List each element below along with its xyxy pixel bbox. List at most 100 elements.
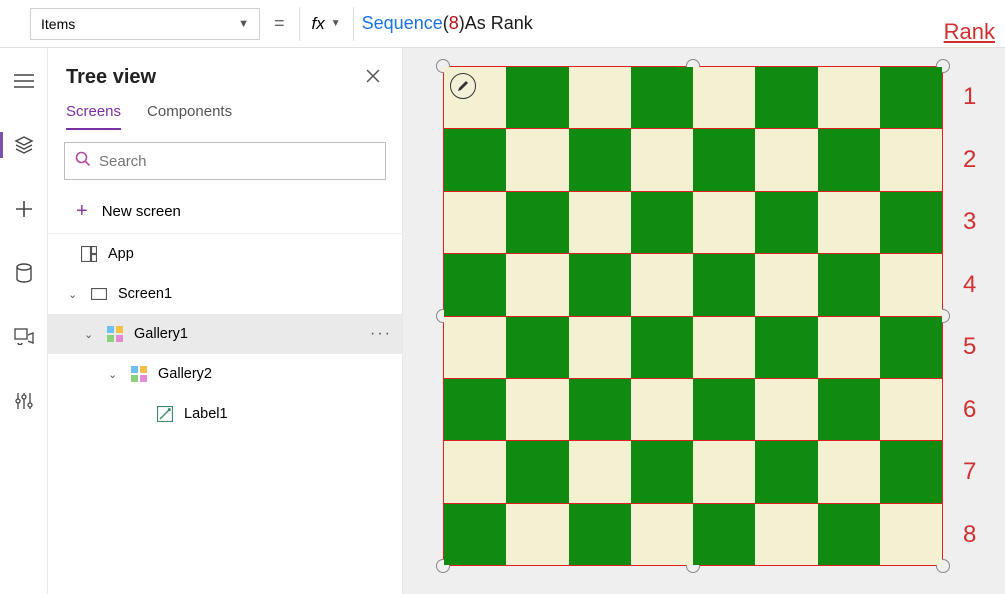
chess-square: [755, 67, 817, 128]
chevron-down-icon[interactable]: ⌄: [68, 288, 80, 301]
tools-button[interactable]: [0, 386, 48, 416]
chess-square: [693, 67, 755, 128]
close-button[interactable]: [366, 67, 380, 88]
chess-square: [693, 192, 755, 253]
chess-square: [444, 317, 506, 378]
chess-rank-row: [444, 128, 942, 190]
chess-square: [569, 129, 631, 190]
chess-square: [569, 254, 631, 315]
chess-square: [880, 504, 942, 565]
tree-node-screen1[interactable]: ⌄ Screen1: [48, 274, 402, 314]
layers-icon: [14, 136, 34, 154]
insert-button[interactable]: [0, 194, 48, 224]
chess-square: [818, 129, 880, 190]
chess-rank-row: [444, 378, 942, 440]
chess-square: [631, 192, 693, 253]
chess-square: [818, 192, 880, 253]
rank-number-label: 8: [963, 521, 976, 549]
more-button[interactable]: ···: [370, 325, 392, 343]
chevron-down-icon: ▼: [331, 18, 341, 29]
fx-button[interactable]: fx ▼: [308, 14, 345, 34]
data-button[interactable]: [0, 258, 48, 288]
chess-square: [506, 504, 568, 565]
formula-token-arg: 8: [449, 13, 459, 34]
search-input[interactable]: [99, 153, 375, 170]
close-icon: [366, 69, 380, 83]
rank-number-label: 6: [963, 396, 976, 424]
tree-node-gallery1[interactable]: ⌄ Gallery1 ···: [48, 314, 402, 354]
chess-rank-row: [444, 440, 942, 502]
chess-square: [818, 254, 880, 315]
chess-square: [693, 379, 755, 440]
gallery1-control[interactable]: [443, 66, 943, 566]
chess-square: [818, 441, 880, 502]
rank-link[interactable]: Rank: [944, 19, 995, 47]
chess-square: [444, 441, 506, 502]
chess-square: [755, 254, 817, 315]
chess-rank-row: [444, 253, 942, 315]
chess-square: [880, 129, 942, 190]
chess-square: [693, 254, 755, 315]
tree-node-label1[interactable]: Label1: [48, 394, 402, 434]
chess-square: [880, 254, 942, 315]
tree-title: Tree view: [66, 66, 156, 89]
media-button[interactable]: [0, 322, 48, 352]
chess-square: [631, 504, 693, 565]
tree-node-label: Gallery2: [158, 366, 212, 382]
formula-token-fn: Sequence: [362, 13, 443, 34]
chess-square: [444, 504, 506, 565]
chess-square: [569, 504, 631, 565]
chess-square: [444, 379, 506, 440]
chess-square: [444, 254, 506, 315]
hamburger-button[interactable]: [0, 66, 48, 96]
canvas[interactable]: 12345678: [403, 48, 1005, 594]
label-icon: [156, 405, 174, 423]
formula-token-rest: As Rank: [465, 13, 533, 34]
search-box[interactable]: [64, 142, 386, 180]
chess-square: [755, 129, 817, 190]
chess-rank-row: [444, 191, 942, 253]
chevron-down-icon[interactable]: ⌄: [108, 368, 120, 381]
database-icon: [15, 263, 33, 283]
chess-rank-row: [444, 316, 942, 378]
chess-square: [569, 67, 631, 128]
gallery-icon: [130, 365, 148, 383]
chess-square: [880, 317, 942, 378]
chess-square: [880, 192, 942, 253]
tools-icon: [15, 391, 33, 411]
tree-node-label: Screen1: [118, 286, 172, 302]
search-icon: [75, 151, 91, 172]
chess-square: [818, 317, 880, 378]
chess-square: [755, 379, 817, 440]
property-selector[interactable]: Items ▼: [30, 8, 260, 40]
chess-square: [506, 192, 568, 253]
edit-template-button[interactable]: [450, 73, 476, 99]
tree-node-app[interactable]: App: [48, 234, 402, 274]
tree-list: App ⌄ Screen1 ⌄ Gallery1 ···: [48, 234, 402, 594]
chess-square: [506, 441, 568, 502]
tree-view-button[interactable]: [0, 130, 48, 160]
chess-square: [818, 504, 880, 565]
chess-square: [569, 192, 631, 253]
chess-square: [880, 441, 942, 502]
equals-sign: =: [268, 13, 291, 34]
tab-screens[interactable]: Screens: [66, 103, 121, 130]
screen-icon: [90, 285, 108, 303]
hamburger-icon: [14, 74, 34, 88]
new-screen-button[interactable]: + New screen: [48, 190, 402, 234]
rank-number-label: 5: [963, 333, 976, 361]
divider: [299, 7, 300, 41]
chess-square: [880, 67, 942, 128]
chessboard: [444, 67, 942, 565]
chess-square: [755, 504, 817, 565]
left-rail: [0, 48, 48, 594]
formula-bar: Items ▼ = fx ▼ Sequence ( 8 ) As Rank Ra…: [0, 0, 1005, 48]
tree-node-gallery2[interactable]: ⌄ Gallery2: [48, 354, 402, 394]
chevron-down-icon[interactable]: ⌄: [84, 328, 96, 341]
tab-components[interactable]: Components: [147, 103, 232, 130]
chess-square: [818, 379, 880, 440]
chess-square: [631, 379, 693, 440]
chess-square: [569, 441, 631, 502]
formula-input[interactable]: Sequence ( 8 ) As Rank: [362, 13, 533, 34]
chess-square: [693, 441, 755, 502]
